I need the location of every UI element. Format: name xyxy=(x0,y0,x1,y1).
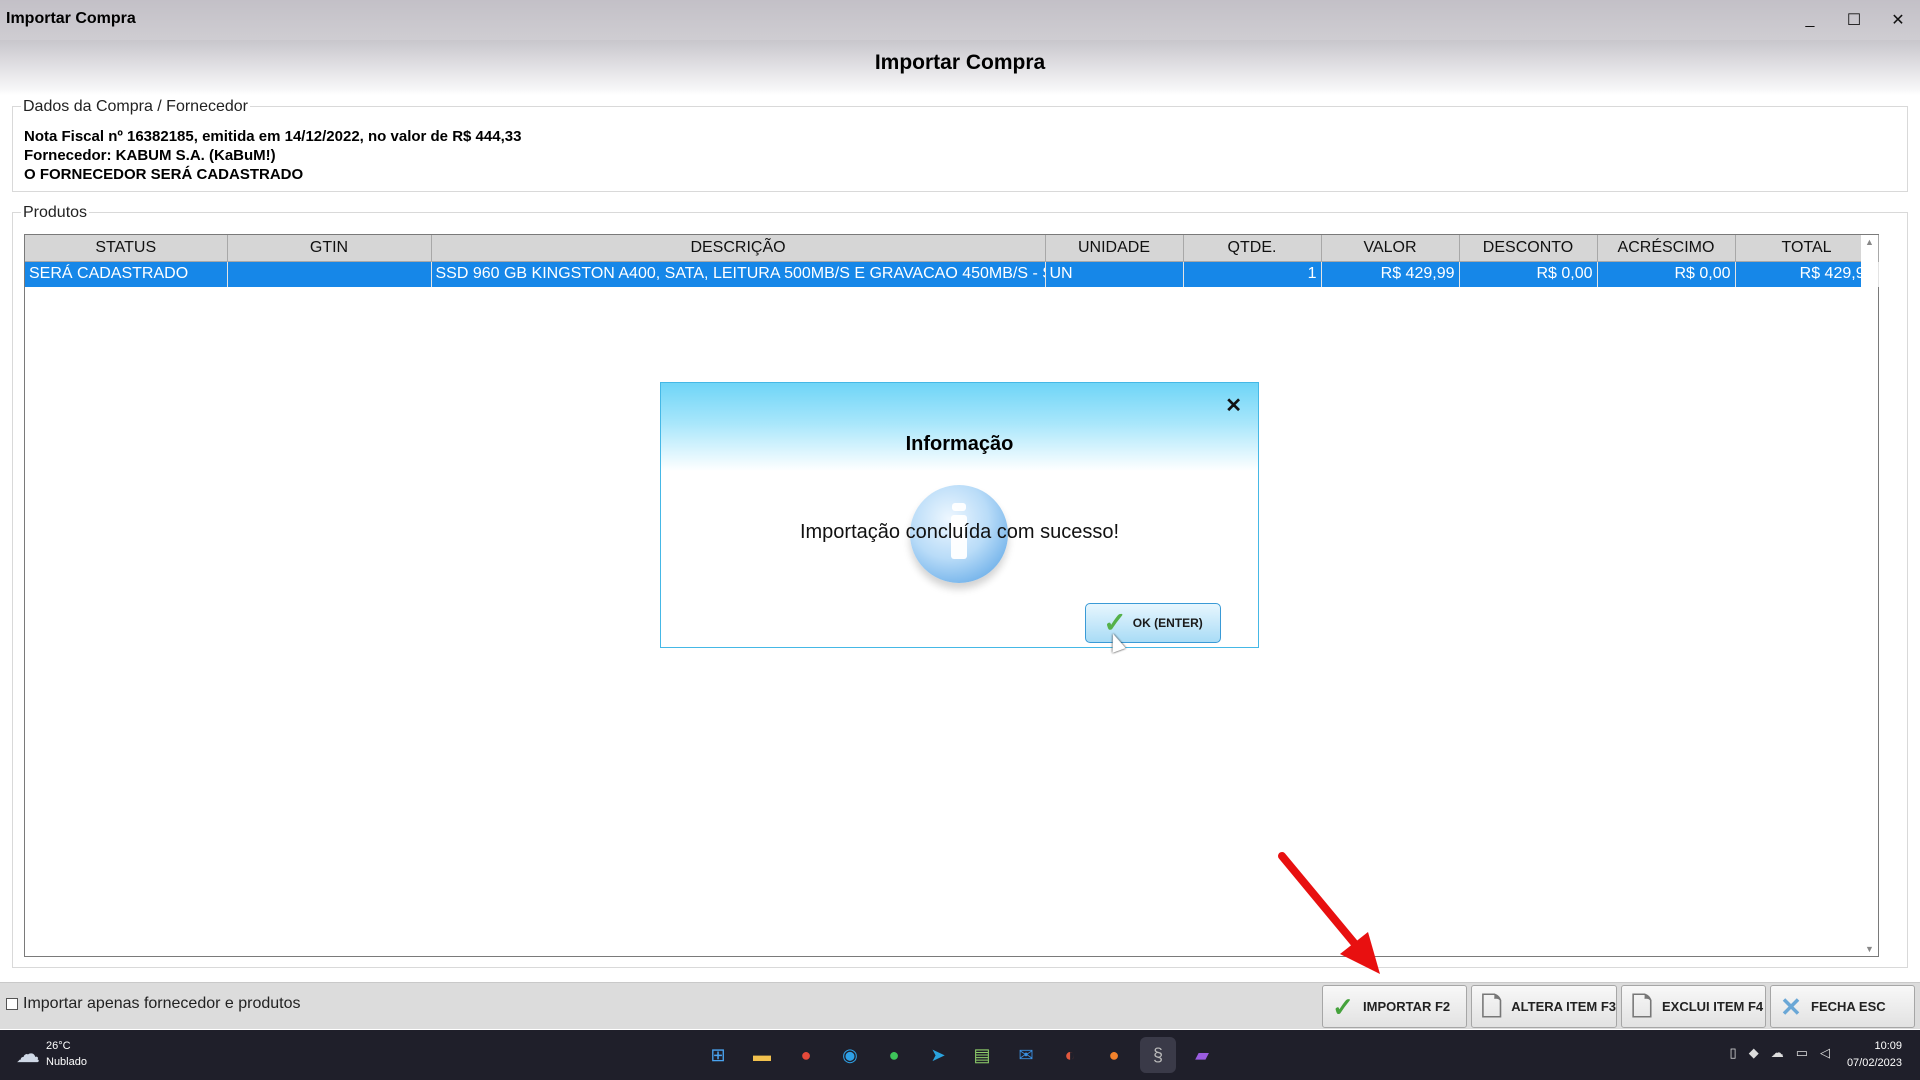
page-title: Importar Compra xyxy=(874,51,1046,74)
taskbar: ☁ 26°C Nublado ⊞ ▬ ● ◉ ● ➤ ▤ ✉ ◐ ● § ▰ ▯… xyxy=(0,1030,1920,1080)
maximize-button[interactable]: ☐ xyxy=(1832,0,1876,40)
close-form-button[interactable]: ✕ FECHA ESC xyxy=(1770,985,1915,1028)
weather-widget[interactable]: ☁ 26°C Nublado xyxy=(16,1038,87,1070)
cloud-icon: ☁ xyxy=(16,1040,40,1068)
import-only-checkbox[interactable] xyxy=(6,998,18,1010)
products-group-legend: Produtos xyxy=(21,204,90,222)
column-header[interactable]: DESCRIÇÃO xyxy=(431,235,1046,262)
clock[interactable]: 10:09 07/02/2023 xyxy=(1847,1038,1902,1072)
document-delete-icon: 🗋 xyxy=(1631,991,1653,1022)
firefox-icon[interactable]: ● xyxy=(1096,1037,1132,1073)
column-header[interactable]: UNIDADE xyxy=(1045,235,1184,262)
column-header[interactable]: STATUS xyxy=(25,235,228,262)
import-only-option[interactable]: Importar apenas fornecedor e produtos xyxy=(6,995,301,1013)
delete-item-button[interactable]: 🗋 EXCLUI ITEM F4 xyxy=(1621,985,1766,1028)
app-icon[interactable]: ◐ xyxy=(1052,1037,1088,1073)
whatsapp-icon[interactable]: ● xyxy=(876,1037,912,1073)
video-icon[interactable]: ▰ xyxy=(1184,1037,1220,1073)
edit-item-button[interactable]: 🗋 ALTERA ITEM F3 xyxy=(1471,985,1617,1028)
minimize-button[interactable]: _ xyxy=(1788,0,1832,40)
volume-icon[interactable]: ◁ xyxy=(1820,1045,1830,1061)
supplier-status-info: O FORNECEDOR SERÁ CADASTRADO xyxy=(24,166,304,183)
dialog-message: Importação concluída com sucesso! xyxy=(799,521,1120,543)
column-header[interactable]: VALOR xyxy=(1321,235,1460,262)
cell-total: R$ 429,99 xyxy=(1735,261,1879,287)
telegram-icon[interactable]: ➤ xyxy=(920,1037,956,1073)
table-row[interactable]: SERÁ CADASTRADO SSD 960 GB KINGSTON A400… xyxy=(25,261,1879,287)
clock-date: 07/02/2023 xyxy=(1846,1057,1902,1069)
taskbar-apps: ⊞ ▬ ● ◉ ● ➤ ▤ ✉ ◐ ● § ▰ xyxy=(700,1037,1228,1073)
network-icon[interactable]: ▭ xyxy=(1796,1045,1808,1061)
products-table: STATUS GTIN DESCRIÇÃO UNIDADE QTDE. VALO… xyxy=(25,235,1879,287)
chrome-icon[interactable]: ● xyxy=(788,1037,824,1073)
purchase-group-legend: Dados da Compra / Fornecedor xyxy=(21,98,250,116)
delete-item-button-label: EXCLUI ITEM F4 xyxy=(1662,999,1764,1014)
column-header[interactable]: TOTAL xyxy=(1735,235,1879,262)
clock-time: 10:09 xyxy=(1874,1040,1902,1052)
ok-button-label: OK (ENTER) xyxy=(1132,616,1203,630)
usb-icon[interactable]: ▯ xyxy=(1730,1045,1737,1061)
cell-description: SSD 960 GB KINGSTON A400, SATA, LEITURA … xyxy=(431,261,1046,287)
edge-icon[interactable]: ◉ xyxy=(832,1037,868,1073)
close-window-button[interactable]: ✕ xyxy=(1876,0,1920,40)
info-dialog: ✕ Informação Importação concluída com su… xyxy=(660,382,1259,648)
purchase-group: Dados da Compra / Fornecedor Nota Fiscal… xyxy=(12,98,1908,192)
column-header[interactable]: QTDE. xyxy=(1183,235,1322,262)
ok-button[interactable]: ✓ OK (ENTER) xyxy=(1085,603,1221,643)
import-button-label: IMPORTAR F2 xyxy=(1363,999,1451,1014)
window-titlebar: Importar Compra _ ☐ ✕ xyxy=(0,0,1920,40)
cell-discount: R$ 0,00 xyxy=(1459,261,1598,287)
start-icon[interactable]: ⊞ xyxy=(700,1037,736,1073)
import-button[interactable]: ✓ IMPORTAR F2 xyxy=(1322,985,1467,1028)
scroll-down-icon[interactable]: ▼ xyxy=(1865,944,1874,954)
cell-value: R$ 429,99 xyxy=(1321,261,1460,287)
action-bar: Importar apenas fornecedor e produtos ✓ … xyxy=(0,982,1920,1029)
document-icon: 🗋 xyxy=(1481,991,1503,1022)
check-icon: ✓ xyxy=(1332,991,1354,1022)
close-form-button-label: FECHA ESC xyxy=(1811,999,1886,1014)
edit-item-button-label: ALTERA ITEM F3 xyxy=(1511,999,1616,1014)
scroll-up-icon[interactable]: ▲ xyxy=(1865,237,1874,247)
page-header: Importar Compra xyxy=(0,40,1920,95)
temperature: 26°C xyxy=(46,1040,71,1052)
window-title: Importar Compra xyxy=(6,10,136,27)
shield-icon[interactable]: ◆ xyxy=(1749,1045,1759,1061)
cell-status: SERÁ CADASTRADO xyxy=(25,261,228,287)
cell-surcharge: R$ 0,00 xyxy=(1597,261,1736,287)
dialog-header: ✕ Informação xyxy=(661,383,1258,471)
sistema-icon[interactable]: § xyxy=(1140,1037,1176,1073)
annotation-arrow-icon xyxy=(1278,852,1380,974)
cell-gtin xyxy=(227,261,432,287)
column-header[interactable]: ACRÉSCIMO xyxy=(1597,235,1736,262)
cloud-sync-icon[interactable]: ☁ xyxy=(1771,1045,1784,1061)
mail-icon[interactable]: ✉ xyxy=(1008,1037,1044,1073)
info-icon-dot xyxy=(952,503,966,511)
table-header-row: STATUS GTIN DESCRIÇÃO UNIDADE QTDE. VALO… xyxy=(25,235,1879,262)
weather-condition: Nublado xyxy=(46,1056,87,1068)
notepad-icon[interactable]: ▤ xyxy=(964,1037,1000,1073)
file-explorer-icon[interactable]: ▬ xyxy=(744,1037,780,1073)
cell-unit: UN xyxy=(1045,261,1184,287)
dialog-close-button[interactable]: ✕ xyxy=(1225,393,1242,418)
system-tray: ▯ ◆ ☁ ▭ ◁ xyxy=(1718,1045,1830,1061)
vertical-scrollbar[interactable]: ▲ ▼ xyxy=(1861,235,1878,956)
window-controls: _ ☐ ✕ xyxy=(1788,0,1920,40)
close-icon: ✕ xyxy=(1780,991,1802,1022)
dialog-title: Informação xyxy=(905,433,1014,455)
column-header[interactable]: GTIN xyxy=(227,235,432,262)
supplier-info: Fornecedor: KABUM S.A. (KaBuM!) xyxy=(24,147,276,164)
invoice-info: Nota Fiscal nº 16382185, emitida em 14/1… xyxy=(24,128,522,145)
import-only-label: Importar apenas fornecedor e produtos xyxy=(23,995,301,1012)
cell-quantity: 1 xyxy=(1183,261,1322,287)
column-header[interactable]: DESCONTO xyxy=(1459,235,1598,262)
